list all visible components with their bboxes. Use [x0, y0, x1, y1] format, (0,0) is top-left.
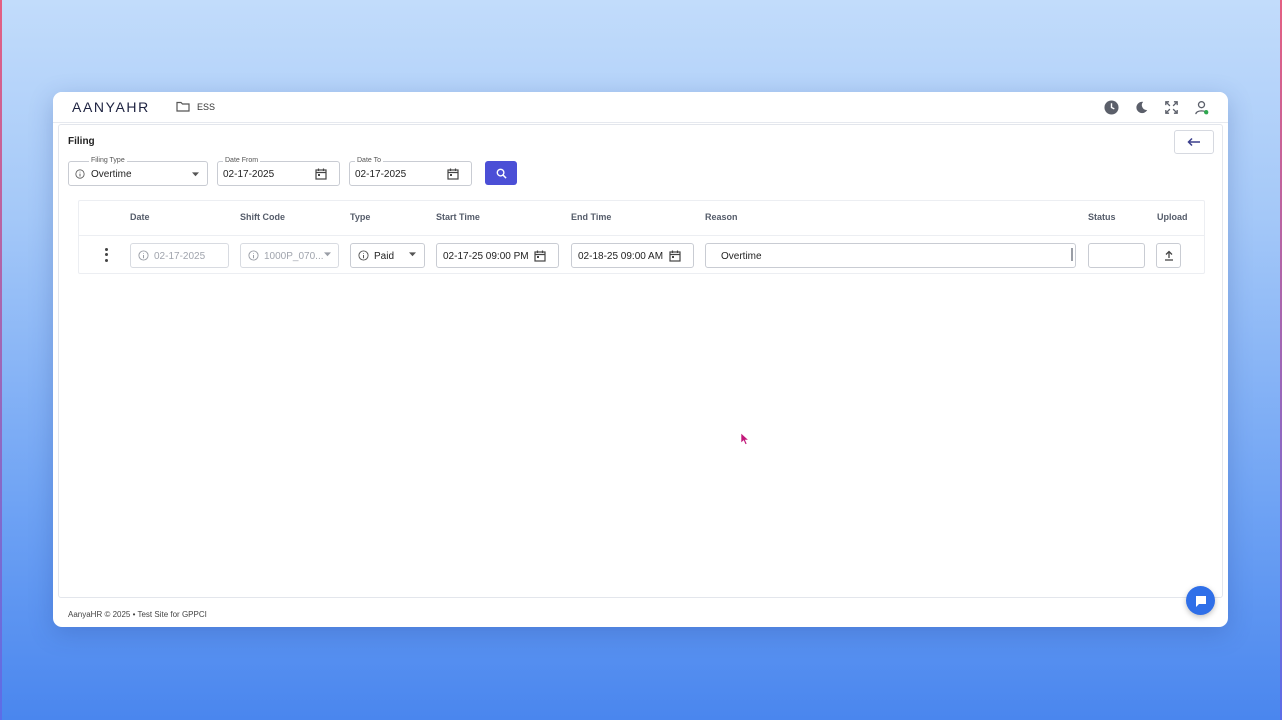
row-date-value: 02-17-2025	[154, 251, 206, 262]
row-status-field	[1088, 243, 1145, 268]
top-bar: AANYAHR ESS	[53, 92, 1228, 123]
clock-icon[interactable]	[1102, 98, 1120, 116]
row-end-time-value: 02-18-25 09:00 AM	[578, 251, 664, 262]
arrow-left-icon	[1187, 137, 1200, 147]
info-icon	[358, 250, 369, 261]
row-shift-code-value: 1000P_070...	[264, 251, 324, 262]
date-to-value: 02-17-2025	[355, 169, 407, 180]
search-icon	[496, 168, 507, 179]
filing-type-value: Overtime	[91, 169, 132, 180]
user-profile-icon[interactable]	[1192, 98, 1210, 116]
date-from-label: Date From	[223, 156, 261, 165]
app-logo[interactable]: AANYAHR	[72, 99, 150, 115]
row-date-field: 02-17-2025	[130, 243, 229, 268]
back-button[interactable]	[1174, 130, 1214, 154]
calendar-icon[interactable]	[669, 250, 681, 262]
page-title: Filing	[68, 136, 95, 147]
date-to-label: Date To	[355, 156, 383, 165]
filing-type-label: Filing Type	[89, 156, 127, 165]
header-status: Status	[1088, 212, 1116, 222]
calendar-icon[interactable]	[534, 250, 546, 262]
row-actions-icon[interactable]	[101, 247, 111, 263]
filing-table: Date Shift Code Type Start Time End Time…	[78, 200, 1205, 274]
chevron-down-icon	[192, 172, 199, 177]
header-shift-code: Shift Code	[240, 212, 285, 222]
folder-icon	[176, 101, 190, 112]
row-reason-input[interactable]: Overtime	[705, 243, 1076, 268]
date-from-field[interactable]: Date From 02-17-2025	[217, 156, 340, 186]
text-cursor	[1071, 248, 1073, 261]
info-icon	[248, 250, 259, 261]
header-end-time: End Time	[571, 212, 612, 222]
row-start-time-value: 02-17-25 09:00 PM	[443, 251, 529, 262]
app-window: AANYAHR ESS Filing Filing Type Overtime …	[53, 92, 1228, 627]
filing-panel: Filing Filing Type Overtime Date From 02…	[58, 124, 1223, 598]
upload-icon	[1165, 250, 1173, 261]
chevron-down-icon	[409, 252, 416, 257]
table-header: Date Shift Code Type Start Time End Time…	[79, 201, 1204, 236]
chat-button[interactable]	[1186, 586, 1215, 615]
table-row: 02-17-2025 1000P_070... Paid 02-17-25 09…	[79, 236, 1204, 274]
header-reason: Reason	[705, 212, 738, 222]
header-start-time: Start Time	[436, 212, 480, 222]
calendar-icon[interactable]	[315, 168, 327, 180]
header-type: Type	[350, 212, 371, 222]
chevron-down-icon	[324, 252, 331, 257]
row-end-time-field[interactable]: 02-18-25 09:00 AM	[571, 243, 694, 268]
header-date: Date	[130, 212, 150, 222]
dark-mode-icon[interactable]	[1132, 98, 1150, 116]
row-reason-value: Overtime	[721, 251, 762, 262]
upload-button[interactable]	[1156, 243, 1181, 268]
mouse-cursor-icon	[740, 432, 750, 446]
filing-type-select[interactable]: Filing Type Overtime	[68, 156, 208, 186]
date-to-field[interactable]: Date To 02-17-2025	[349, 156, 472, 186]
screen-edge-left	[0, 0, 2, 720]
date-from-value: 02-17-2025	[223, 169, 275, 180]
row-start-time-field[interactable]: 02-17-25 09:00 PM	[436, 243, 559, 268]
breadcrumb[interactable]: ESS	[197, 102, 215, 112]
row-shift-code-select: 1000P_070...	[240, 243, 339, 268]
info-icon	[138, 250, 149, 261]
row-type-value: Paid	[374, 251, 395, 262]
search-button[interactable]	[485, 161, 517, 185]
calendar-icon[interactable]	[447, 168, 459, 180]
fullscreen-icon[interactable]	[1162, 98, 1180, 116]
header-upload: Upload	[1157, 212, 1188, 222]
info-icon	[75, 169, 85, 179]
row-type-select[interactable]: Paid	[350, 243, 425, 268]
footer-text: AanyaHR © 2025 • Test Site for GPPCI	[68, 610, 207, 619]
chat-icon	[1195, 595, 1206, 607]
